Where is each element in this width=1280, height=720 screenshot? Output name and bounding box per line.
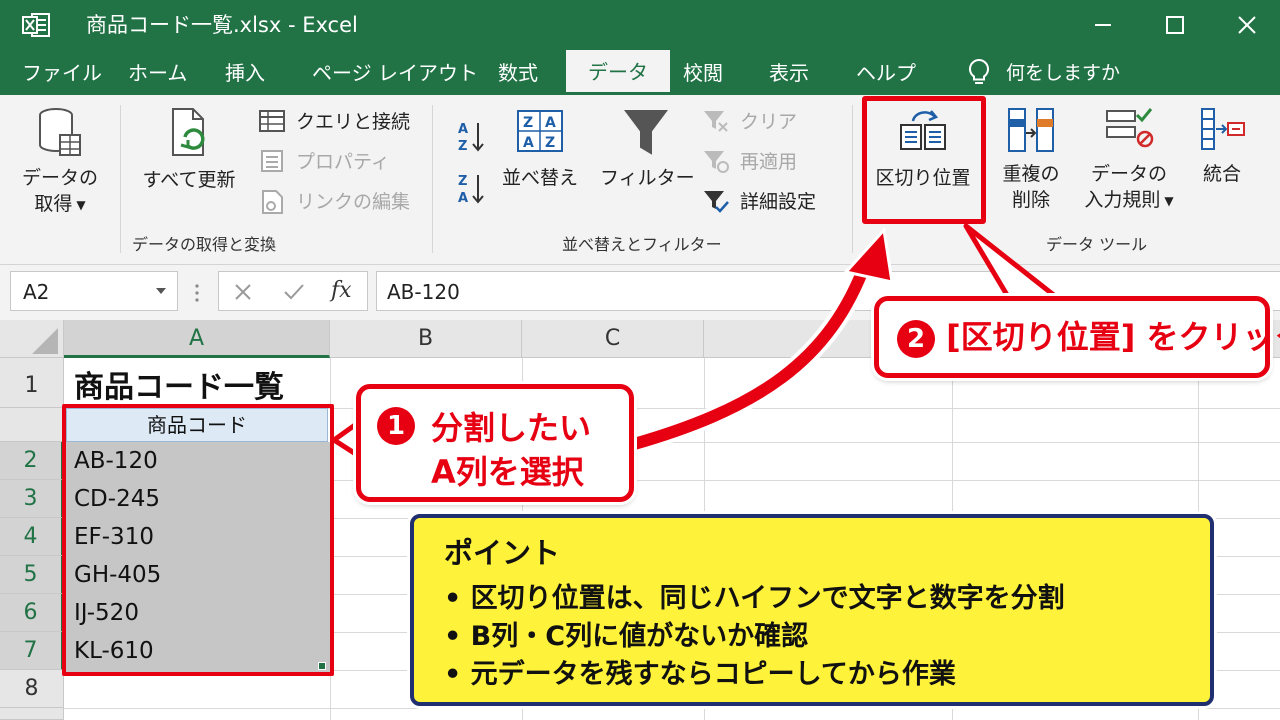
bullet-icon: • bbox=[444, 621, 471, 652]
bullet-icon: • bbox=[444, 659, 471, 690]
point-box: ポイント • 区切り位置は、同じハイフンで文字と数字を分割 • B列・C列に値が… bbox=[410, 514, 1214, 706]
step2-number: 2 bbox=[897, 320, 935, 358]
bullet-icon: • bbox=[444, 583, 471, 614]
step1-number: 1 bbox=[377, 407, 415, 445]
step2-text: [区切り位置] をクリック bbox=[946, 318, 1280, 356]
step2-callout: 2 [区切り位置] をクリック bbox=[874, 296, 1280, 378]
step1-line-1: 分割したい bbox=[431, 409, 592, 447]
point-item-2-text: B列・C列に値がないか確認 bbox=[470, 621, 809, 652]
step1-line-2: A列を選択 bbox=[431, 453, 584, 491]
point-title: ポイント bbox=[444, 536, 561, 570]
point-item-1: • 区切り位置は、同じハイフンで文字と数字を分割 bbox=[444, 576, 1065, 615]
point-item-3-text: 元データを残すならコピーしてから作業 bbox=[470, 659, 956, 690]
point-item-3: • 元データを残すならコピーしてから作業 bbox=[444, 652, 956, 691]
point-item-1-text: 区切り位置は、同じハイフンで文字と数字を分割 bbox=[470, 583, 1065, 614]
step1-callout: 1 分割したい A列を選択 bbox=[356, 384, 634, 502]
point-item-2: • B列・C列に値がないか確認 bbox=[444, 614, 808, 653]
